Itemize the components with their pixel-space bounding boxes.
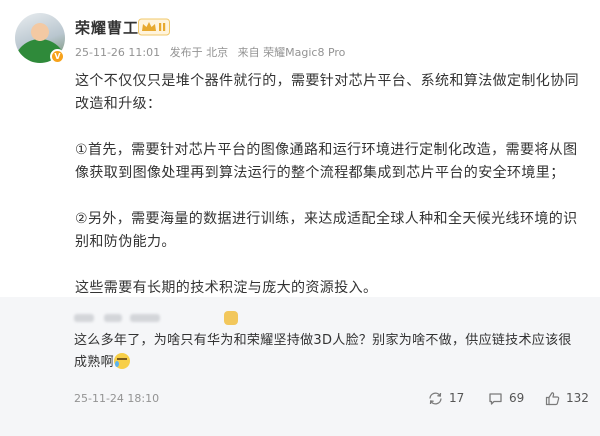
- commenter-badge-icon: [224, 311, 238, 325]
- like-icon: [545, 391, 560, 405]
- like-button[interactable]: 132: [545, 388, 589, 408]
- comment-count: 69: [509, 391, 525, 405]
- v-badge-icon: V: [50, 49, 65, 64]
- post-meta: 25-11-26 11:01 发布于 北京 来自 荣耀Magic8 Pro: [75, 44, 351, 60]
- forward-icon: [429, 392, 442, 404]
- forward-button[interactable]: 17: [428, 388, 464, 408]
- post-paragraph: ②另外，需要海量的数据进行训练，来达成适配全球人种和全天候光线环境的识别和防伪能…: [75, 211, 578, 250]
- quoted-comment[interactable]: 这么多年了，为啥只有华为和荣耀坚持做3D人脸？别家为啥不做，供应链技术应该很成熟…: [0, 297, 600, 436]
- post-paragraph: ①首先，需要针对芯片平台的图像通路和运行环境进行定制化改造，需要将从图像获取到图…: [75, 142, 578, 181]
- post-time[interactable]: 25-11-26 11:01: [75, 46, 160, 59]
- comment-button[interactable]: 69: [488, 388, 524, 408]
- like-count: 132: [566, 391, 589, 405]
- post-location: 发布于 北京: [169, 46, 229, 59]
- comment-time: 25-11-24 18:10: [74, 392, 160, 405]
- author-name[interactable]: 荣耀曹工: [75, 17, 139, 38]
- post-source: 来自 荣耀Magic8 Pro: [237, 46, 346, 59]
- forward-count: 17: [449, 391, 465, 405]
- post-content: 这个不仅仅只是堆个器件就行的，需要针对芯片平台、系统和算法做定制化协同改造和升级…: [75, 70, 585, 300]
- post-paragraph: 这个不仅仅只是堆个器件就行的，需要针对芯片平台、系统和算法做定制化协同改造和升级…: [75, 73, 579, 112]
- comment-text-content: 这么多年了，为啥只有华为和荣耀坚持做3D人脸？别家为啥不做，供应链技术应该很成熟…: [74, 333, 572, 370]
- comment-icon: [489, 392, 502, 405]
- commenter-name-blurred[interactable]: [74, 309, 238, 327]
- crown-badge-icon[interactable]: [138, 18, 170, 36]
- sweat-smile-emoji-icon: [113, 353, 130, 369]
- comment-text: 这么多年了，为啥只有华为和荣耀坚持做3D人脸？别家为啥不做，供应链技术应该很成熟…: [74, 330, 584, 374]
